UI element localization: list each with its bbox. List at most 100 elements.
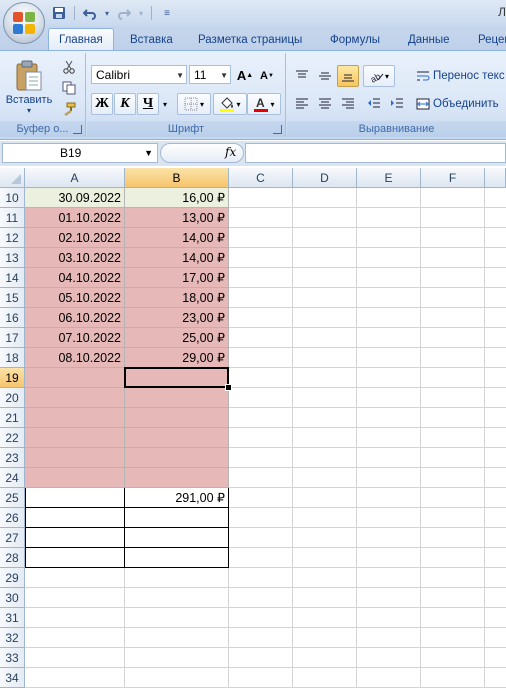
redo-dropdown[interactable]: ▾: [137, 4, 145, 22]
cell-a14[interactable]: 04.10.2022: [25, 268, 125, 288]
font-launcher-icon[interactable]: [273, 125, 282, 134]
cell[interactable]: [421, 188, 485, 208]
cell[interactable]: [485, 268, 506, 288]
cell[interactable]: [421, 448, 485, 468]
cell-b17[interactable]: 25,00 ₽: [125, 328, 229, 348]
cell-a24[interactable]: [25, 468, 125, 488]
save-button[interactable]: [50, 4, 68, 22]
cell-b23[interactable]: [125, 448, 229, 468]
tab-formulas[interactable]: Формулы: [330, 30, 380, 50]
cell[interactable]: [421, 628, 485, 648]
customize-qat-button[interactable]: ≡: [158, 4, 176, 22]
cell[interactable]: [421, 408, 485, 428]
cell[interactable]: [485, 208, 506, 228]
italic-button[interactable]: К: [114, 93, 136, 115]
align-top-button[interactable]: [291, 65, 313, 87]
borders-button[interactable]: ▾: [177, 93, 211, 115]
cell[interactable]: [357, 408, 421, 428]
column-header-f[interactable]: F: [421, 168, 485, 188]
cell[interactable]: [293, 208, 357, 228]
cell-b12[interactable]: 14,00 ₽: [125, 228, 229, 248]
column-header-e[interactable]: E: [357, 168, 421, 188]
cell[interactable]: [229, 348, 293, 368]
cell[interactable]: [485, 648, 506, 668]
cell-a10[interactable]: 30.09.2022: [25, 188, 125, 208]
cell[interactable]: [421, 368, 485, 388]
row-header[interactable]: 26: [0, 508, 25, 528]
cell-b28[interactable]: [125, 548, 229, 568]
fill-handle[interactable]: [225, 384, 232, 391]
shrink-font-button[interactable]: A ▼: [257, 65, 277, 86]
cell[interactable]: [229, 648, 293, 668]
cell-a23[interactable]: [25, 448, 125, 468]
cell[interactable]: [293, 388, 357, 408]
cell[interactable]: [421, 548, 485, 568]
cell[interactable]: [421, 388, 485, 408]
tab-home[interactable]: Главная: [48, 28, 114, 51]
cell-a30[interactable]: [25, 588, 125, 608]
row-header[interactable]: 15: [0, 288, 25, 308]
row-header[interactable]: 23: [0, 448, 25, 468]
cell-a17[interactable]: 07.10.2022: [25, 328, 125, 348]
cell-a11[interactable]: 01.10.2022: [25, 208, 125, 228]
cell-b11[interactable]: 13,00 ₽: [125, 208, 229, 228]
cell-b20[interactable]: [125, 388, 229, 408]
cell[interactable]: [229, 468, 293, 488]
copy-button[interactable]: [58, 78, 80, 98]
cell[interactable]: [229, 508, 293, 528]
font-name-select[interactable]: Calibri ▼: [91, 65, 187, 84]
cell-a29[interactable]: [25, 568, 125, 588]
redo-button[interactable]: [115, 4, 133, 22]
cell-b30[interactable]: [125, 588, 229, 608]
cell[interactable]: [485, 428, 506, 448]
cell-b24[interactable]: [125, 468, 229, 488]
cell-a27[interactable]: [25, 528, 125, 548]
row-header[interactable]: 12: [0, 228, 25, 248]
cell[interactable]: [421, 268, 485, 288]
cell-b27[interactable]: [125, 528, 229, 548]
cell[interactable]: [357, 468, 421, 488]
cell[interactable]: [293, 288, 357, 308]
cell-a21[interactable]: [25, 408, 125, 428]
cell[interactable]: [229, 548, 293, 568]
office-button[interactable]: [3, 2, 45, 44]
cell-a28[interactable]: [25, 548, 125, 568]
cell[interactable]: [229, 568, 293, 588]
cell[interactable]: [421, 328, 485, 348]
cell[interactable]: [229, 268, 293, 288]
cell[interactable]: [485, 348, 506, 368]
row-header[interactable]: 20: [0, 388, 25, 408]
font-size-select[interactable]: 11 ▼: [189, 65, 231, 84]
cell-b31[interactable]: [125, 608, 229, 628]
cell[interactable]: [293, 668, 357, 688]
cell[interactable]: [485, 228, 506, 248]
cell-a26[interactable]: [25, 508, 125, 528]
cell-a25[interactable]: [25, 488, 125, 508]
row-header[interactable]: 18: [0, 348, 25, 368]
cell[interactable]: [293, 528, 357, 548]
cell[interactable]: [293, 628, 357, 648]
row-header[interactable]: 34: [0, 668, 25, 688]
cell[interactable]: [485, 488, 506, 508]
cell-a20[interactable]: [25, 388, 125, 408]
font-color-button[interactable]: A ▾: [247, 93, 281, 115]
merge-center-button[interactable]: Объединить: [415, 93, 506, 115]
cell[interactable]: [485, 328, 506, 348]
undo-dropdown[interactable]: ▾: [103, 4, 111, 22]
cell[interactable]: [229, 388, 293, 408]
cell[interactable]: [421, 608, 485, 628]
row-header[interactable]: 27: [0, 528, 25, 548]
row-header[interactable]: 32: [0, 628, 25, 648]
cell-a22[interactable]: [25, 428, 125, 448]
cell-b22[interactable]: [125, 428, 229, 448]
tab-review[interactable]: Рецен: [478, 30, 506, 50]
cell[interactable]: [485, 448, 506, 468]
cell[interactable]: [293, 468, 357, 488]
cell[interactable]: [293, 608, 357, 628]
column-header-c[interactable]: C: [229, 168, 293, 188]
cell[interactable]: [293, 328, 357, 348]
cell[interactable]: [421, 648, 485, 668]
cell-a19[interactable]: [25, 368, 125, 388]
cell[interactable]: [293, 428, 357, 448]
cell[interactable]: [357, 588, 421, 608]
